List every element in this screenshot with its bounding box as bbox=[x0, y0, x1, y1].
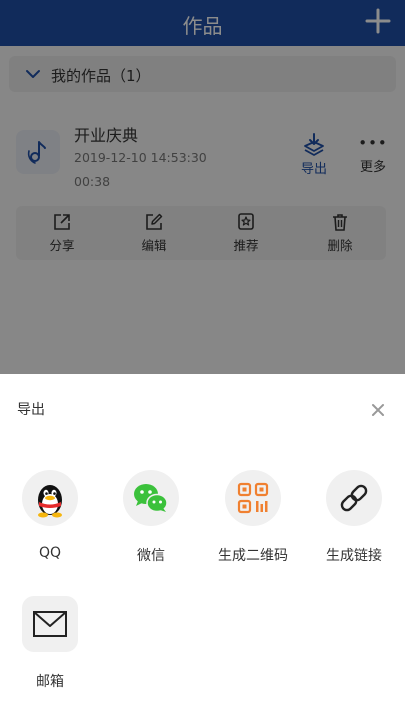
link-icon bbox=[340, 484, 368, 512]
mail-icon bbox=[33, 611, 67, 637]
qq-icon bbox=[38, 485, 62, 518]
share-qq-button[interactable]: QQ bbox=[5, 470, 95, 561]
share-qq-label: QQ bbox=[38, 545, 62, 561]
share-mail-button[interactable]: 邮箱 bbox=[5, 596, 95, 691]
generate-qrcode-label: 生成二维码 bbox=[218, 548, 288, 564]
qrcode-icon bbox=[237, 482, 269, 514]
share-wechat-button[interactable]: 微信 bbox=[106, 470, 196, 565]
generate-qrcode-button[interactable]: 生成二维码 bbox=[208, 470, 298, 565]
link-icon-circle bbox=[326, 470, 382, 526]
qq-icon-circle bbox=[22, 470, 78, 526]
qrcode-icon-circle bbox=[225, 470, 281, 526]
share-wechat-label: 微信 bbox=[137, 548, 165, 564]
sheet-title: 导出 bbox=[17, 402, 45, 418]
generate-link-button[interactable]: 生成链接 bbox=[309, 470, 399, 565]
export-sheet: 导出 QQ 微信 生成二维码 生成链接 邮箱 bbox=[0, 374, 405, 720]
generate-link-label: 生成链接 bbox=[326, 548, 382, 564]
close-icon[interactable] bbox=[370, 402, 386, 418]
wechat-icon bbox=[134, 484, 168, 513]
wechat-icon-circle bbox=[123, 470, 179, 526]
share-mail-label: 邮箱 bbox=[36, 674, 64, 690]
mail-icon-box bbox=[22, 596, 78, 652]
modal-overlay[interactable] bbox=[0, 0, 405, 374]
